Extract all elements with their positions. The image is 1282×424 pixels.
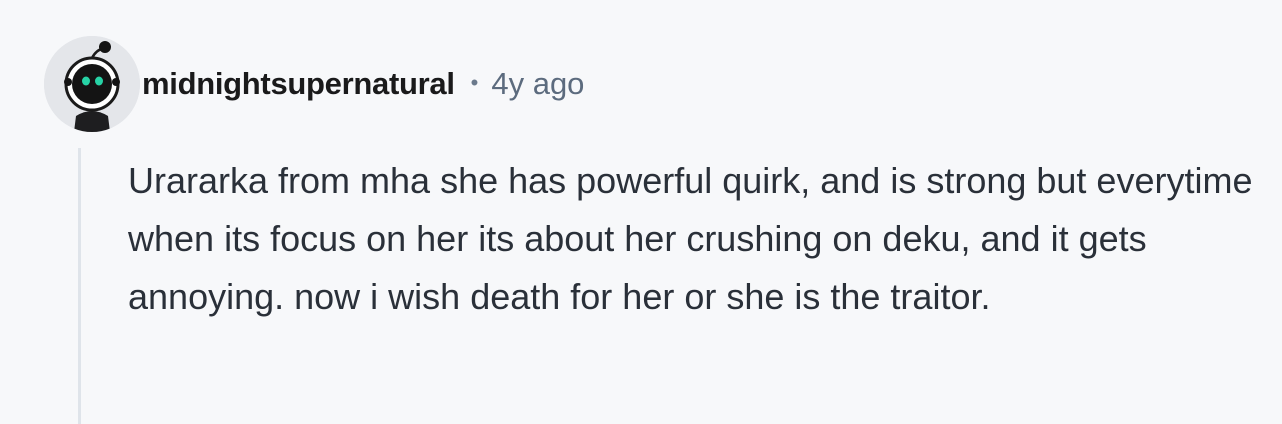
comment-body: Urararka from mha she has powerful quirk…: [128, 160, 1253, 317]
thread-collapse-line[interactable]: [78, 148, 81, 424]
user-avatar-icon[interactable]: [44, 36, 140, 132]
comment-timestamp[interactable]: 4y ago: [491, 66, 584, 102]
comment-header: midnightsupernatural • 4y ago: [142, 62, 584, 106]
meta-separator: •: [470, 70, 479, 95]
username-link[interactable]: midnightsupernatural: [142, 66, 455, 102]
comment: midnightsupernatural • 4y ago Urararka f…: [0, 0, 1282, 424]
